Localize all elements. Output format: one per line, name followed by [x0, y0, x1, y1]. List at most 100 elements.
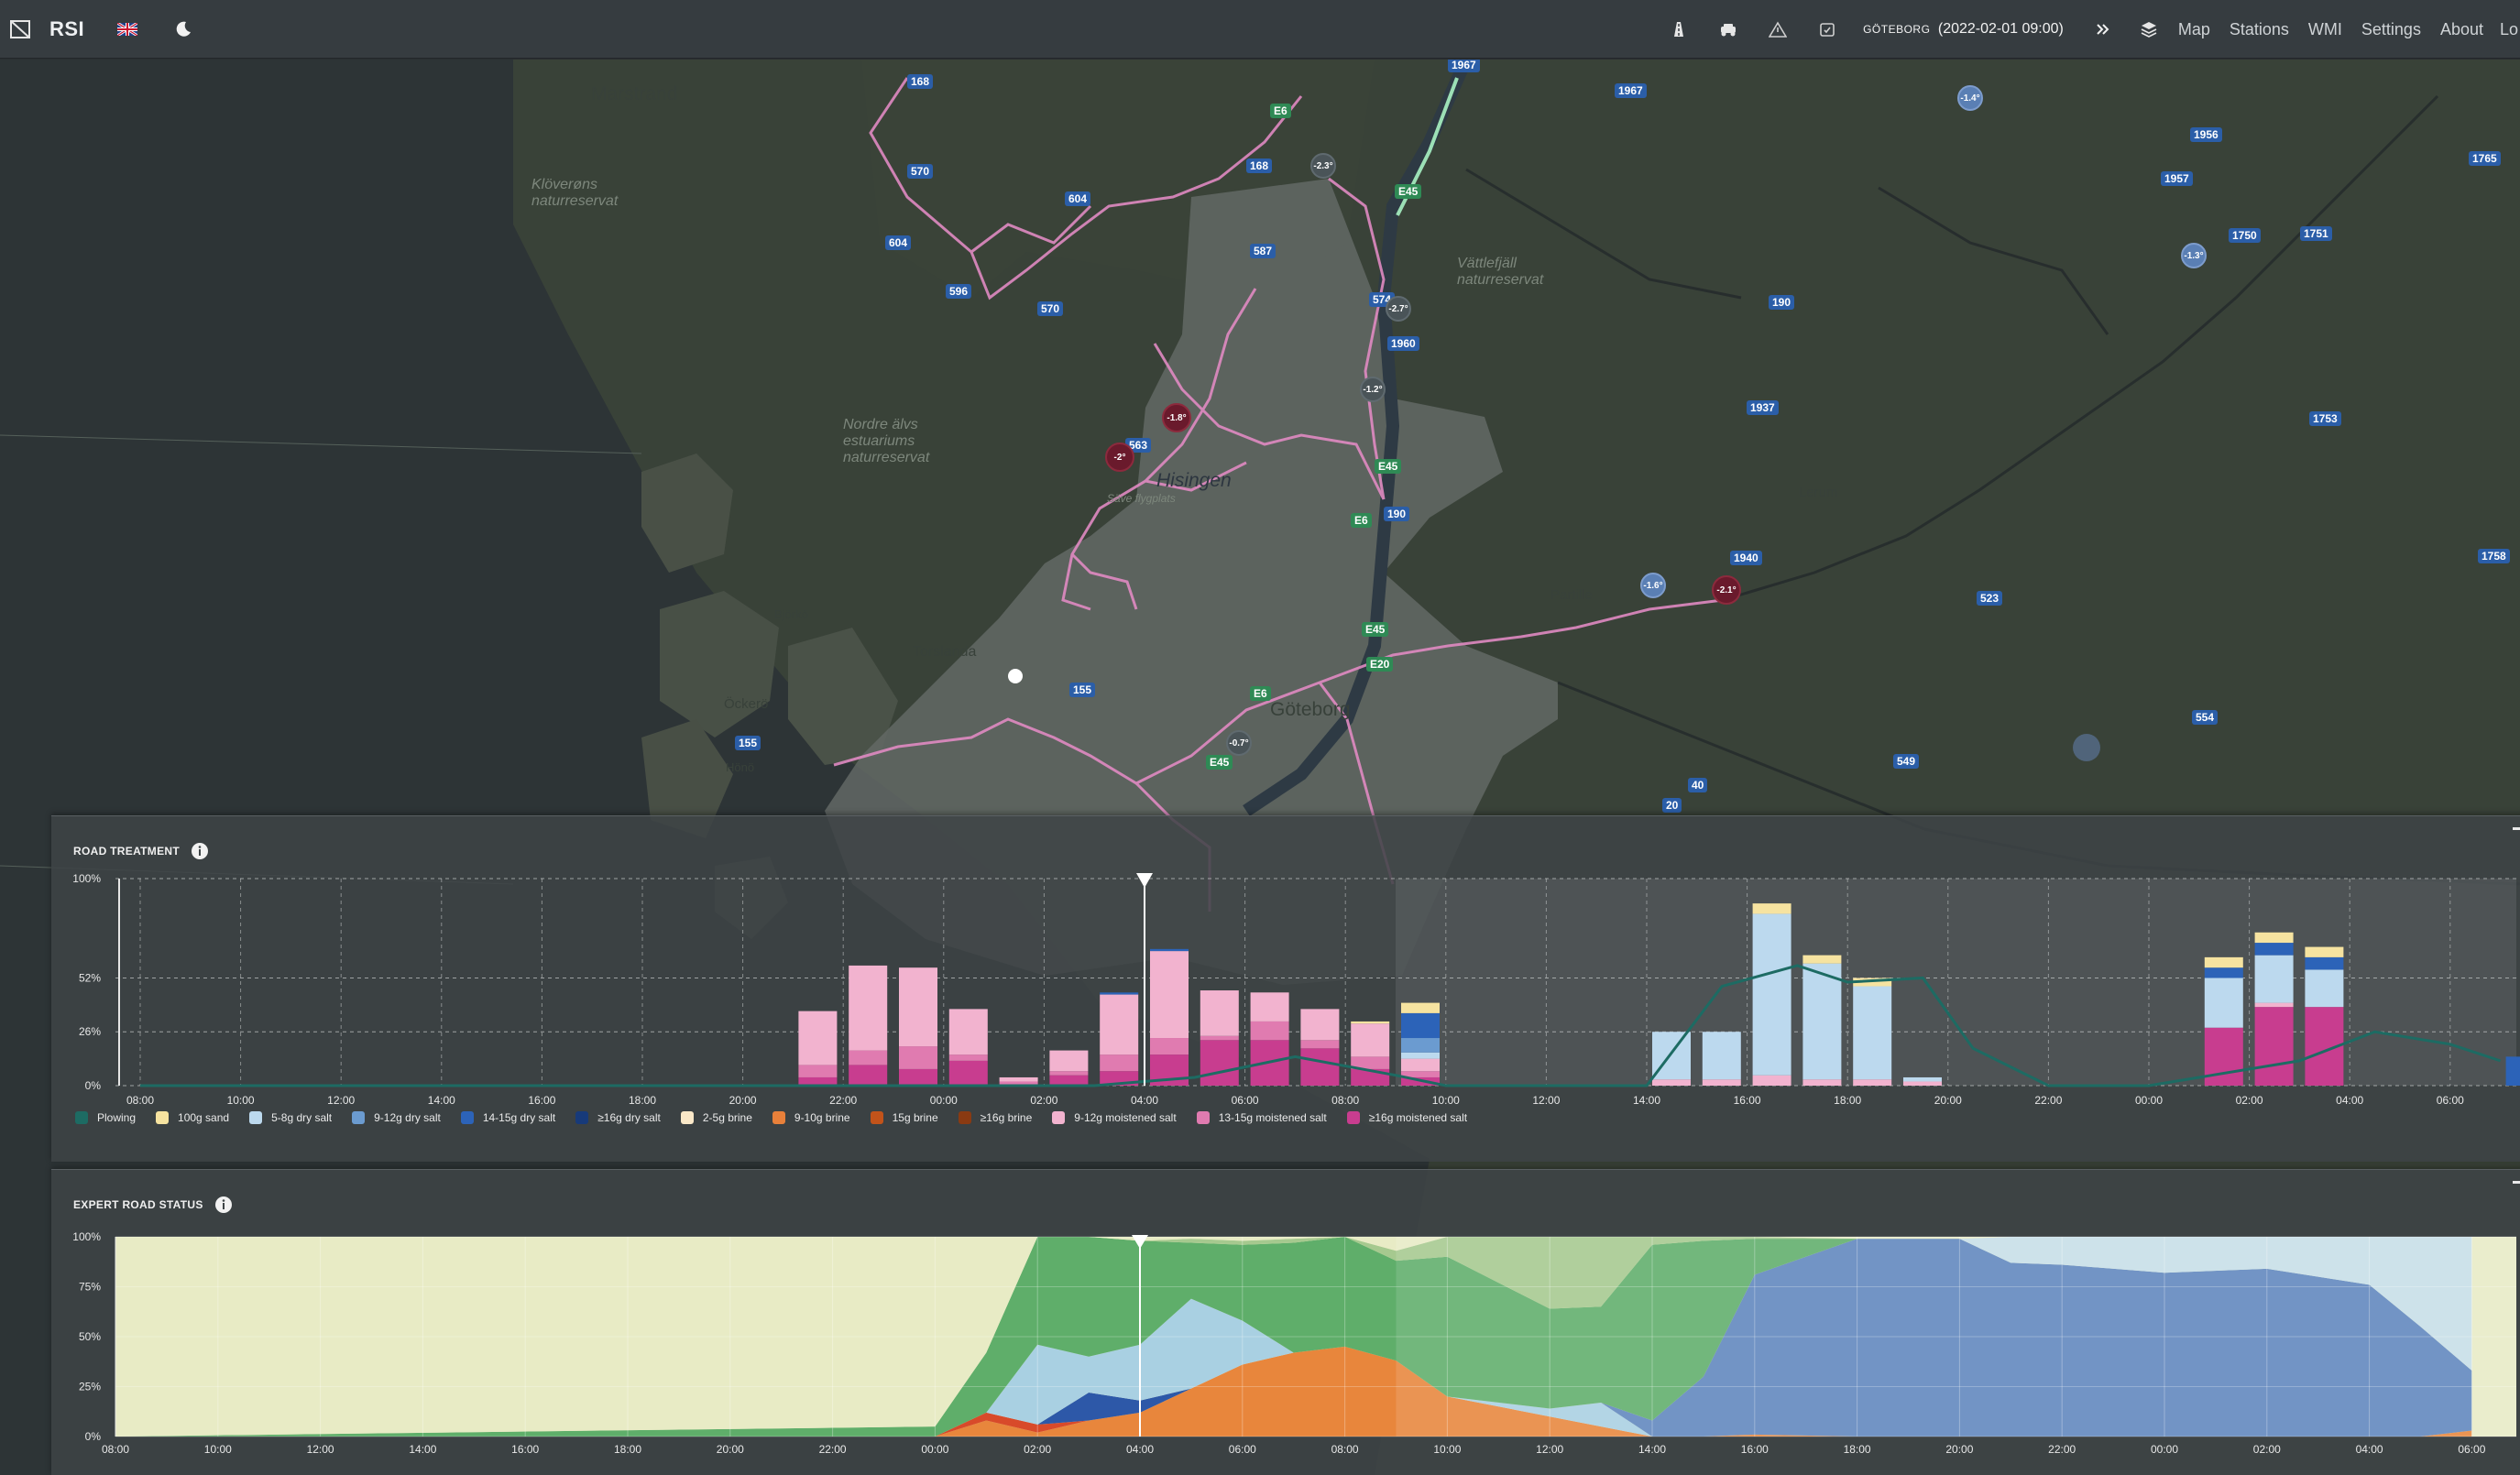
bar-segment[interactable]: [1752, 1075, 1791, 1086]
bar-segment[interactable]: [849, 965, 888, 1051]
legend-item[interactable]: 5-8g dry salt: [249, 1111, 332, 1124]
legend-item[interactable]: 13-15g moistened salt: [1196, 1111, 1327, 1124]
bar-segment[interactable]: [849, 1065, 888, 1086]
bar-segment[interactable]: [948, 1054, 988, 1061]
bar-segment[interactable]: [798, 1011, 838, 1065]
bar-segment[interactable]: [1752, 903, 1791, 914]
bar-segment[interactable]: [1752, 913, 1791, 1076]
legend-item[interactable]: 14-15g dry salt: [460, 1111, 555, 1124]
bar-segment[interactable]: [1100, 1054, 1139, 1072]
bar-segment[interactable]: [1049, 1075, 1089, 1086]
bar-segment[interactable]: [1802, 1079, 1842, 1086]
temperature-marker[interactable]: -2.3°: [1310, 153, 1336, 179]
bar-segment[interactable]: [999, 1076, 1038, 1082]
temperature-marker[interactable]: -2.1°: [1712, 575, 1741, 605]
bar-segment[interactable]: [1150, 948, 1189, 952]
info-icon[interactable]: [191, 842, 209, 860]
bar-segment[interactable]: [1853, 1079, 1892, 1086]
legend-item[interactable]: 2-5g brine: [680, 1111, 752, 1124]
bar-segment[interactable]: [899, 1046, 937, 1069]
bar-segment[interactable]: [1250, 992, 1289, 1022]
bar-segment[interactable]: [798, 1065, 838, 1077]
bar-segment[interactable]: [2305, 969, 2344, 1008]
bar-segment[interactable]: [2204, 967, 2243, 978]
info-icon[interactable]: [214, 1196, 233, 1214]
vehicle-icon[interactable]: [1718, 19, 1738, 39]
bar-segment[interactable]: [2305, 946, 2344, 957]
bar-segment[interactable]: [2254, 1002, 2294, 1008]
bar-segment[interactable]: [1401, 1058, 1440, 1072]
bar-segment[interactable]: [1652, 1079, 1691, 1086]
bar-segment[interactable]: [2204, 956, 2243, 968]
temperature-marker[interactable]: -1.3°: [2181, 243, 2207, 268]
road-icon[interactable]: [1669, 19, 1689, 39]
temperature-marker[interactable]: -1.6°: [1640, 573, 1666, 598]
nav-map[interactable]: Map: [2178, 20, 2210, 39]
bar-segment[interactable]: [1300, 1040, 1340, 1049]
bar-segment[interactable]: [2204, 1027, 2243, 1086]
collapse-icon[interactable]: [2513, 1181, 2520, 1184]
temperature-marker[interactable]: -2°: [1105, 442, 1134, 472]
bar-segment[interactable]: [849, 1050, 888, 1065]
bar-segment[interactable]: [2305, 956, 2344, 970]
bar-segment[interactable]: [1702, 1032, 1741, 1080]
bar-segment[interactable]: [1049, 1050, 1089, 1072]
nav-stations[interactable]: Stations: [2230, 20, 2289, 39]
expert-road-status-chart[interactable]: 100%75%50%25%0%08:00 10:00 12:00 14:00 16:00…: [51, 1170, 2520, 1475]
bar-segment[interactable]: [2204, 978, 2243, 1028]
temperature-marker[interactable]: -1.2°: [1360, 377, 1386, 402]
bar-segment[interactable]: [1150, 1038, 1189, 1055]
bar-segment[interactable]: [1300, 1009, 1340, 1041]
bar-segment[interactable]: [1351, 1021, 1390, 1024]
collapse-icon[interactable]: [2513, 827, 2520, 830]
bar-segment[interactable]: [2254, 943, 2294, 956]
bar-segment[interactable]: [1250, 1021, 1289, 1041]
warning-icon[interactable]: [1768, 19, 1788, 39]
bar-segment[interactable]: [1802, 955, 1842, 964]
app-title[interactable]: RSI: [49, 17, 84, 41]
bar-segment[interactable]: [2254, 1007, 2294, 1086]
bar-segment[interactable]: [899, 967, 937, 1047]
bar-segment[interactable]: [1300, 1048, 1340, 1086]
nav-wmi[interactable]: WMI: [2308, 20, 2342, 39]
legend-item[interactable]: 9-10g brine: [772, 1111, 850, 1124]
bar-segment[interactable]: [1802, 963, 1842, 1080]
bar-segment[interactable]: [1100, 992, 1139, 995]
current-time-marker-icon[interactable]: [1136, 873, 1153, 888]
dark-mode-icon[interactable]: [174, 20, 192, 38]
logo-icon[interactable]: [9, 18, 31, 40]
legend-item[interactable]: Plowing: [75, 1111, 136, 1124]
temperature-marker[interactable]: -0.7°: [1226, 730, 1252, 756]
location-pin[interactable]: [1008, 669, 1023, 683]
bar-segment[interactable]: [1401, 1012, 1440, 1039]
bar-segment[interactable]: [1200, 1040, 1239, 1086]
bar-segment[interactable]: [2505, 1056, 2520, 1086]
bar-segment[interactable]: [2254, 932, 2294, 944]
layers-icon[interactable]: [2139, 19, 2159, 39]
temperature-marker[interactable]: -2.7°: [1386, 296, 1411, 322]
legend-item[interactable]: 9-12g dry salt: [352, 1111, 441, 1124]
temperature-marker[interactable]: -1.4°: [1957, 85, 1983, 111]
bar-segment[interactable]: [948, 1009, 988, 1055]
nav-about[interactable]: About: [2440, 20, 2483, 39]
calendar-icon[interactable]: [1817, 19, 1837, 39]
bar-segment[interactable]: [1903, 1081, 1942, 1086]
legend-item[interactable]: 9-12g moistened salt: [1052, 1111, 1177, 1124]
bar-segment[interactable]: [1702, 1079, 1741, 1086]
temperature-marker[interactable]: -1.8°: [1162, 403, 1191, 432]
bar-segment[interactable]: [1049, 1071, 1089, 1076]
station-dot[interactable]: [2073, 734, 2100, 761]
bar-segment[interactable]: [1200, 1035, 1239, 1041]
legend-item[interactable]: ≥16g dry salt: [575, 1111, 661, 1124]
uk-flag-icon[interactable]: [117, 22, 138, 36]
legend-item[interactable]: ≥16g brine: [958, 1111, 1032, 1124]
bar-segment[interactable]: [948, 1060, 988, 1086]
current-place-time[interactable]: GÖTEBORG (2022-02-01 09:00): [1863, 21, 2064, 38]
bar-segment[interactable]: [1200, 990, 1239, 1036]
bar-segment[interactable]: [1100, 994, 1139, 1055]
bar-segment[interactable]: [1853, 986, 1892, 1080]
bar-segment[interactable]: [1351, 1023, 1390, 1057]
legend-item[interactable]: 100g sand: [156, 1111, 229, 1124]
bar-segment[interactable]: [1401, 1038, 1440, 1053]
legend-item[interactable]: 15g brine: [870, 1111, 938, 1124]
